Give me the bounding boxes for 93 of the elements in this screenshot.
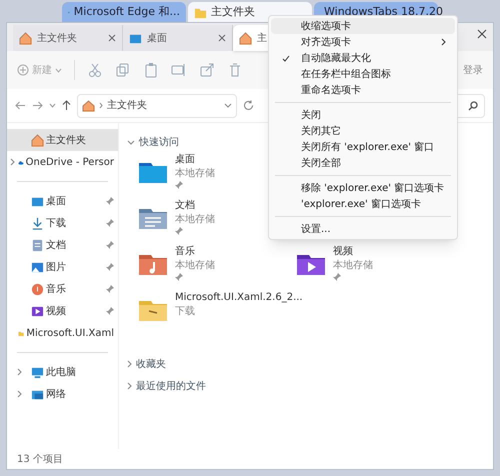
back-icon[interactable]	[15, 101, 26, 110]
pin-icon	[106, 197, 114, 205]
refresh-icon[interactable]	[243, 100, 254, 111]
path-text: 主文件夹	[107, 98, 148, 113]
pin-icon	[106, 219, 114, 227]
checkmark-icon	[282, 54, 290, 62]
section-header[interactable]: 最近使用的文件	[127, 375, 206, 397]
sidebar-item[interactable]: 桌面	[7, 190, 118, 212]
house-icon	[31, 134, 44, 146]
item-location: 本地存储	[175, 213, 215, 227]
sidebar-item[interactable]: 网络	[7, 383, 118, 405]
sidebar-item[interactable]: 文档	[7, 234, 118, 256]
menu-item[interactable]: 在任务栏中组合图标	[271, 66, 455, 82]
quick-access-item[interactable]: Microsoft.UI.Xaml.2.6_2... 下载	[137, 291, 303, 327]
chevron-icon[interactable]	[10, 158, 15, 166]
paste-icon[interactable]	[143, 62, 159, 78]
home-icon	[82, 100, 95, 112]
section-header[interactable]: 收藏夹	[127, 353, 166, 375]
copy-icon[interactable]	[115, 62, 131, 78]
sidebar-item[interactable]: 视频	[7, 300, 118, 322]
search-icon	[468, 100, 478, 110]
menu-item[interactable]: 关闭其它	[271, 123, 455, 139]
caret-icon	[224, 103, 232, 108]
house-icon	[239, 32, 252, 44]
item-name[interactable]: 桌面	[175, 153, 215, 167]
quick-access-item[interactable]: 桌面 本地存储	[137, 153, 215, 189]
pin-icon	[106, 285, 114, 293]
quick-access-item[interactable]: 音乐 本地存储	[137, 245, 215, 281]
sidebar-item[interactable]: 此电脑	[7, 361, 118, 383]
item-name[interactable]: 视频	[333, 245, 373, 259]
document-icon	[31, 238, 44, 252]
close-icon[interactable]	[218, 34, 226, 42]
menu-item[interactable]: 'explorer.exe' 窗口选项卡	[271, 196, 455, 212]
menu-item[interactable]: 关闭所有 'explorer.exe' 窗口	[271, 139, 455, 155]
close-icon[interactable]	[477, 29, 487, 39]
sidebar-item[interactable]: 下载	[7, 212, 118, 234]
menu-item[interactable]: 移除 'explorer.exe' 窗口选项卡	[271, 180, 455, 196]
chevron-icon	[127, 382, 132, 390]
chevron-icon	[127, 140, 135, 144]
rename-icon[interactable]	[171, 62, 187, 78]
delete-icon[interactable]	[227, 62, 243, 78]
download-icon	[31, 216, 44, 230]
item-name[interactable]: Microsoft.UI.Xaml.2.6_2...	[175, 291, 303, 305]
caret-icon	[55, 68, 62, 72]
share-icon[interactable]	[199, 62, 215, 78]
window-tab[interactable]: 桌面	[123, 25, 233, 51]
sidebar-item[interactable]: 音乐	[7, 278, 118, 300]
item-location: 下载	[175, 305, 196, 319]
sidebar-item[interactable]: OneDrive - Persor	[7, 151, 118, 173]
pin-icon	[175, 273, 183, 281]
cut-icon[interactable]	[87, 62, 103, 78]
video-icon	[31, 304, 44, 318]
item-location: 本地存储	[175, 167, 215, 181]
house-icon	[19, 32, 32, 44]
chevron-icon[interactable]	[16, 368, 22, 376]
chevron-icon[interactable]	[16, 390, 22, 398]
quick-access-item[interactable]: 视频 本地存储	[295, 245, 373, 281]
pin-icon	[106, 241, 114, 249]
quick-access-item[interactable]: 文档 本地存储	[137, 199, 215, 235]
item-location: 本地存储	[175, 259, 215, 273]
window-tab[interactable]: 主文件夹	[13, 25, 123, 51]
chevron-icon	[99, 102, 103, 109]
caret-icon[interactable]	[49, 103, 56, 108]
item-location: 本地存储	[333, 259, 373, 273]
pin-icon	[106, 263, 114, 271]
pin-icon	[333, 273, 341, 281]
chevron-icon	[127, 360, 132, 368]
sidebar-item[interactable]: Microsoft.UI.Xaml	[7, 322, 118, 344]
menu-item[interactable]: 设置...	[271, 221, 455, 237]
menu-item[interactable]: 收缩选项卡	[271, 18, 455, 34]
menu-item[interactable]: 自动隐藏最大化	[271, 50, 455, 66]
close-icon[interactable]	[108, 34, 116, 42]
section-header[interactable]: 快速访问	[127, 131, 179, 153]
menu-item[interactable]: 对齐选项卡	[271, 34, 455, 50]
item-name[interactable]: 音乐	[175, 245, 215, 259]
status-text: 13 个项目	[17, 452, 63, 466]
menu-item[interactable]: 重命名选项卡	[271, 82, 455, 98]
picture-icon	[31, 260, 44, 274]
add-icon	[17, 64, 29, 76]
chevron-icon	[441, 38, 447, 46]
browser-tab[interactable]: Microsoft Edge 和...	[62, 2, 186, 22]
item-name[interactable]: 文档	[175, 199, 215, 213]
monitor-icon	[31, 366, 44, 378]
forward-icon[interactable]	[32, 101, 43, 110]
sidebar-item[interactable]: 图片	[7, 256, 118, 278]
address-bar[interactable]: 主文件夹	[77, 94, 237, 118]
pin-icon	[175, 227, 183, 235]
up-icon[interactable]	[62, 100, 71, 111]
pin-icon	[175, 181, 183, 189]
sidebar-item[interactable]: 主文件夹	[7, 129, 118, 151]
menu-item[interactable]: 关闭全部	[271, 155, 455, 171]
pin-icon	[106, 307, 114, 315]
menu-item[interactable]: 关闭	[271, 107, 455, 123]
